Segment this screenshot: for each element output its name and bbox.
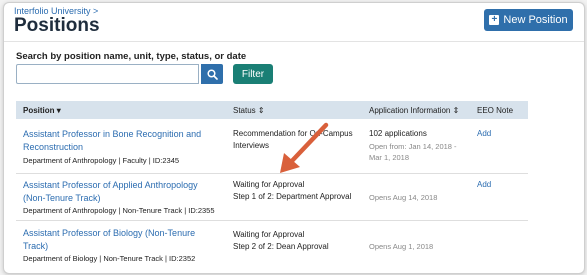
new-position-button[interactable]: + New Position: [484, 9, 573, 31]
positions-page: Interfolio University > Positions + New …: [3, 2, 585, 274]
table-row: Assistant Professor in Bone Recognition …: [16, 119, 528, 173]
application-dates: Opens Aug 1, 2018: [369, 242, 434, 251]
sort-down-icon: ▾: [56, 106, 61, 115]
position-title-link[interactable]: Assistant Professor of Applied Anthropol…: [23, 179, 198, 205]
position-meta: Department of Anthropology | Non-Tenure …: [23, 206, 215, 215]
column-status-label: Status: [233, 106, 256, 115]
column-eeo-note: EEO Note: [477, 106, 514, 115]
position-title-link[interactable]: Assistant Professor in Bone Recognition …: [23, 128, 201, 154]
table-row: Assistant Professor of Biology (Non-Tenu…: [16, 221, 528, 269]
position-meta: Department of Biology | Non-Tenure Track…: [23, 254, 196, 263]
table-row: Assistant Professor of Applied Anthropol…: [16, 174, 528, 220]
column-app-info-label: Application Information: [369, 106, 451, 115]
eeo-add-link[interactable]: Add: [477, 129, 491, 138]
sort-icon: ⇕: [257, 106, 265, 115]
search-input[interactable]: [16, 64, 199, 84]
application-dates: Open from: Jan 14, 2018 - Mar 1, 2018: [369, 142, 457, 162]
page-title: Positions: [14, 15, 100, 36]
header-divider: [4, 41, 584, 42]
position-title-link[interactable]: Assistant Professor of Biology (Non-Tenu…: [23, 227, 195, 253]
page-header: Interfolio University > Positions + New …: [4, 3, 584, 41]
column-position-label: Position: [23, 106, 55, 115]
search-label: Search by position name, unit, type, sta…: [16, 51, 247, 62]
search-button[interactable]: [201, 64, 223, 84]
filter-button[interactable]: Filter: [233, 64, 273, 84]
table-header: Position ▾ Status ⇕ Application Informat…: [16, 101, 528, 119]
status-text: Waiting for Approval Step 1 of 2: Departm…: [233, 180, 352, 201]
sort-icon: ⇕: [452, 106, 460, 115]
eeo-add-link[interactable]: Add: [477, 180, 491, 189]
new-position-label: New Position: [503, 14, 568, 26]
column-application-info[interactable]: Application Information ⇕: [369, 106, 459, 115]
plus-square-icon: +: [489, 15, 500, 25]
status-text: Waiting for Approval Step 2 of 2: Dean Ap…: [233, 230, 329, 251]
position-meta: Department of Anthropology | Faculty | I…: [23, 156, 180, 165]
application-count: 102 applications: [369, 129, 427, 138]
annotation-arrow-icon: [280, 122, 329, 173]
application-dates: Opens Aug 14, 2018: [369, 193, 438, 202]
column-status[interactable]: Status ⇕: [233, 106, 265, 115]
column-position[interactable]: Position ▾: [23, 106, 61, 115]
search-icon: [206, 68, 218, 80]
